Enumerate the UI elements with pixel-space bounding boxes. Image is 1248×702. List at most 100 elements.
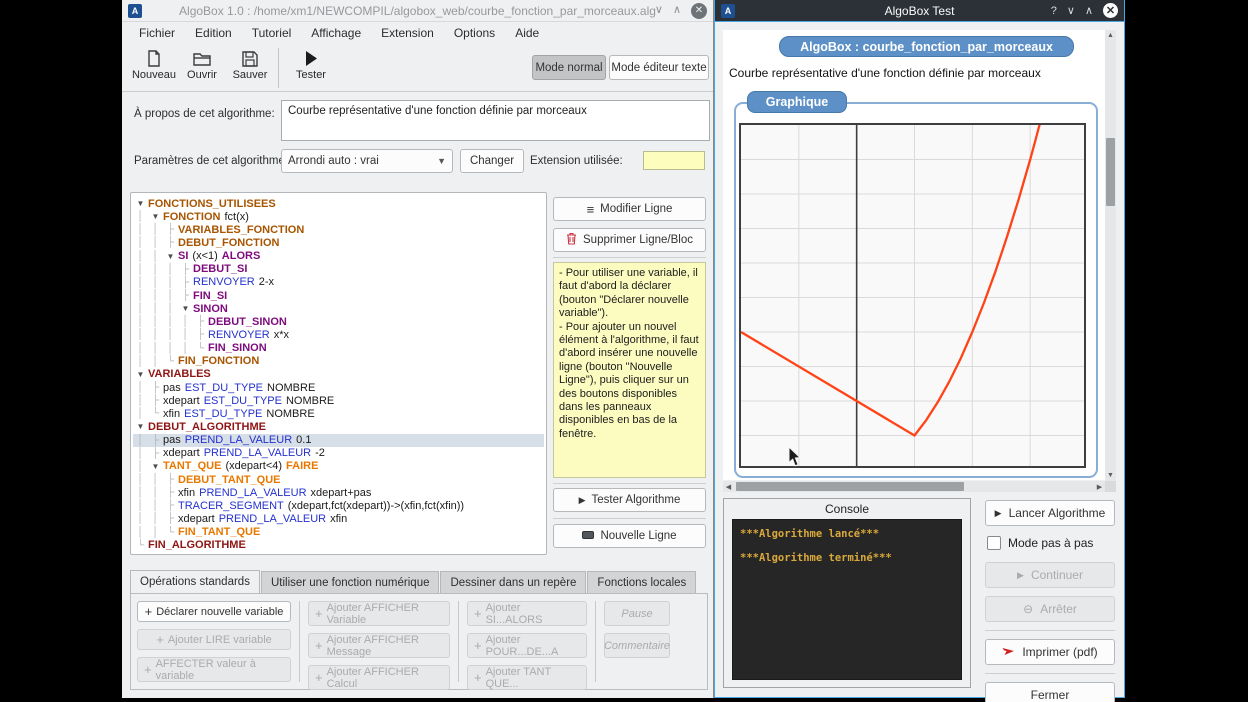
hscroll-thumb[interactable] xyxy=(736,482,964,491)
tree-row[interactable]: ││├DEBUT_FONCTION xyxy=(133,236,544,249)
delete-line-button[interactable]: Supprimer Ligne/Bloc xyxy=(553,228,706,252)
panel-button[interactable]: +Ajouter POUR...DE...A xyxy=(467,633,587,658)
run-algorithm-button[interactable]: ▶ Lancer Algorithme xyxy=(985,500,1115,526)
tab-fonctions-locales[interactable]: Fonctions locales xyxy=(587,571,696,593)
expander-icon[interactable]: ▼ xyxy=(133,198,148,209)
panel-button[interactable]: +Ajouter AFFICHER Variable xyxy=(308,601,450,626)
extension-field[interactable] xyxy=(643,151,705,170)
menu-tutoriel[interactable]: Tutoriel xyxy=(243,24,301,42)
tab-operations-standards[interactable]: Opérations standards xyxy=(130,570,260,593)
horizontal-scrollbar[interactable]: ◀ ▶ xyxy=(723,481,1105,492)
tree-row[interactable]: ▼FONCTIONS_UTILISEES xyxy=(133,197,544,210)
panel-button[interactable]: +Déclarer nouvelle variable xyxy=(137,601,291,622)
new-button[interactable]: Nouveau xyxy=(130,46,178,81)
expander-icon[interactable]: ▼ xyxy=(148,461,163,472)
expander-icon[interactable]: ▼ xyxy=(163,251,178,262)
test-button[interactable]: Tester xyxy=(287,46,335,81)
menu-affichage[interactable]: Affichage xyxy=(302,24,370,42)
scroll-down-icon[interactable]: ▼ xyxy=(1105,470,1116,481)
panel-button[interactable]: +Ajouter TANT QUE... xyxy=(467,665,587,690)
expander-icon[interactable]: ▼ xyxy=(133,369,148,380)
algorithm-tree[interactable]: ▼FONCTIONS_UTILISEES│▼FONCTIONfct(x)││├V… xyxy=(130,192,547,555)
play-icon: ▶ xyxy=(1017,570,1024,581)
panel-button[interactable]: +Ajouter SI...ALORS xyxy=(467,601,587,626)
tab-fonction-numerique[interactable]: Utiliser une fonction numérique xyxy=(261,571,440,593)
tree-guide: ├ xyxy=(148,382,163,393)
panel-button[interactable]: +Ajouter AFFICHER Calcul xyxy=(308,665,450,690)
scroll-up-icon[interactable]: ▲ xyxy=(1105,30,1116,41)
tree-row[interactable]: ▼VARIABLES xyxy=(133,368,544,381)
tree-row[interactable]: └FIN_ALGORITHME xyxy=(133,539,544,552)
minimize-icon[interactable]: ∨ xyxy=(655,5,663,16)
scroll-left-icon[interactable]: ◀ xyxy=(723,481,734,492)
tab-dessiner-repere[interactable]: Dessiner dans un repère xyxy=(440,571,586,593)
tree-row[interactable]: │▼FONCTIONfct(x) xyxy=(133,210,544,223)
tree-row[interactable]: ││├xdepartPREND_LA_VALEURxfin xyxy=(133,512,544,525)
new-line-button[interactable]: Nouvelle Ligne xyxy=(553,524,706,548)
open-button[interactable]: Ouvrir xyxy=(178,46,226,81)
tree-row[interactable]: ││└FIN_TANT_QUE xyxy=(133,526,544,539)
menu-extension[interactable]: Extension xyxy=(372,24,443,42)
tree-row[interactable]: ││││├RENVOYERx*x xyxy=(133,328,544,341)
tree-row[interactable]: │││├FIN_SI xyxy=(133,289,544,302)
main-titlebar[interactable]: A AlgoBox 1.0 : /home/xm1/NEWCOMPIL/algo… xyxy=(122,0,713,22)
scroll-right-icon[interactable]: ▶ xyxy=(1094,481,1105,492)
tree-row[interactable]: │├xdepartEST_DU_TYPENOMBRE xyxy=(133,394,544,407)
tree-row[interactable]: ││││└FIN_SINON xyxy=(133,342,544,355)
function-plot[interactable] xyxy=(739,123,1086,468)
expander-icon[interactable]: ▼ xyxy=(178,303,193,314)
tree-row[interactable]: ││││├DEBUT_SINON xyxy=(133,315,544,328)
panel-button[interactable]: +Ajouter AFFICHER Message xyxy=(308,633,450,658)
tree-row[interactable]: │▼TANT_QUE(xdepart<4)FAIRE xyxy=(133,460,544,473)
about-input[interactable]: Courbe représentative d'une fonction déf… xyxy=(281,100,710,141)
tree-row[interactable]: │││▼SINON xyxy=(133,302,544,315)
tree-token: EST_DU_TYPE xyxy=(184,408,262,420)
expander-icon[interactable]: ▼ xyxy=(133,421,148,432)
vertical-scrollbar[interactable]: ▲ ▼ xyxy=(1105,30,1116,481)
params-dropdown[interactable]: Arrondi auto : vrai ▼ xyxy=(281,149,453,173)
console-output[interactable]: ***Algorithme lancé******Algorithme term… xyxy=(732,519,962,680)
help-icon[interactable]: ? xyxy=(1051,5,1057,17)
mode-normal-button[interactable]: Mode normal xyxy=(532,55,606,80)
close-test-button[interactable]: Fermer xyxy=(985,682,1115,702)
panel-button[interactable]: +AFFECTER valeur à variable xyxy=(137,657,291,682)
tree-row[interactable]: ││├DEBUT_TANT_QUE xyxy=(133,473,544,486)
menu-options[interactable]: Options xyxy=(445,24,504,42)
expander-icon[interactable]: ▼ xyxy=(148,211,163,222)
test-titlebar[interactable]: A AlgoBox Test ? ∨ ∧ ✕ xyxy=(715,0,1124,22)
tree-row[interactable]: ││├xfinPREND_LA_VALEURxdepart+pas xyxy=(133,486,544,499)
tree-row[interactable]: │││├DEBUT_SI xyxy=(133,263,544,276)
menu-fichier[interactable]: Fichier xyxy=(130,24,184,42)
continue-button[interactable]: ▶ Continuer xyxy=(985,562,1115,588)
close-icon[interactable]: ✕ xyxy=(691,3,707,19)
panel-button[interactable]: Pause xyxy=(604,601,670,626)
panel-button[interactable]: Commentaire xyxy=(604,633,670,658)
close-icon[interactable]: ✕ xyxy=(1103,3,1118,18)
menu-edition[interactable]: Edition xyxy=(186,24,241,42)
tree-row[interactable]: │├pasPREND_LA_VALEUR0.1 xyxy=(133,434,544,447)
tree-row[interactable]: ││├TRACER_SEGMENT(xdepart,fct(xdepart))-… xyxy=(133,499,544,512)
tree-row[interactable]: │├xdepartPREND_LA_VALEUR-2 xyxy=(133,447,544,460)
tree-row[interactable]: │└xfinEST_DU_TYPENOMBRE xyxy=(133,407,544,420)
tree-row[interactable]: ▼DEBUT_ALGORITHME xyxy=(133,420,544,433)
tree-row[interactable]: ││├VARIABLES_FONCTION xyxy=(133,223,544,236)
maximize-icon[interactable]: ∧ xyxy=(673,5,681,16)
save-button[interactable]: Sauver xyxy=(226,46,274,81)
bottom-tabs: Opérations standardsUtiliser une fonctio… xyxy=(130,571,697,593)
change-button[interactable]: Changer xyxy=(460,149,524,173)
stop-button[interactable]: ⊖ Arrêter xyxy=(985,596,1115,622)
step-mode-checkbox[interactable] xyxy=(987,536,1001,550)
maximize-icon[interactable]: ∧ xyxy=(1085,4,1093,17)
tree-row[interactable]: ││└FIN_FONCTION xyxy=(133,355,544,368)
tree-row[interactable]: ││▼SI(x<1)ALORS xyxy=(133,250,544,263)
panel-button[interactable]: +Ajouter LIRE variable xyxy=(137,629,291,650)
minimize-icon[interactable]: ∨ xyxy=(1067,4,1075,17)
tree-row[interactable]: │├pasEST_DU_TYPENOMBRE xyxy=(133,381,544,394)
test-algorithm-button[interactable]: ▶ Tester Algorithme xyxy=(553,488,706,512)
vscroll-thumb[interactable] xyxy=(1106,138,1115,206)
mode-editor-button[interactable]: Mode éditeur texte xyxy=(609,55,709,80)
modify-line-button[interactable]: ≡ Modifier Ligne xyxy=(553,197,706,221)
menu-aide[interactable]: Aide xyxy=(506,24,548,42)
print-pdf-button[interactable]: Imprimer (pdf) xyxy=(985,639,1115,665)
tree-row[interactable]: │││├RENVOYER2-x xyxy=(133,276,544,289)
